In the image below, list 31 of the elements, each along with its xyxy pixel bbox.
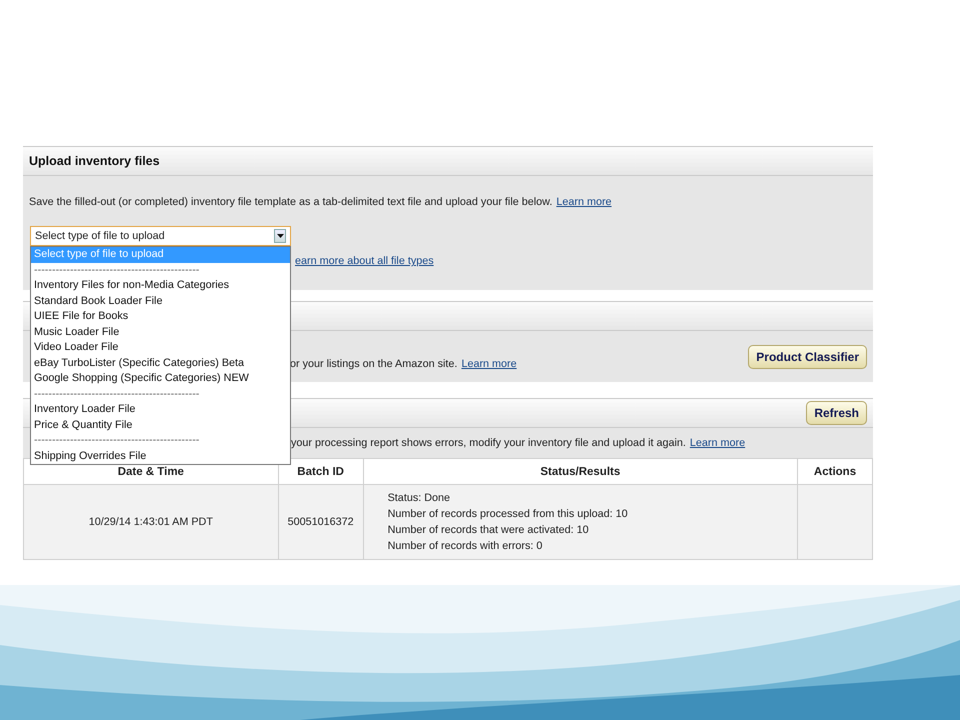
option-separator: ---------------------------------------------- [33,433,200,448]
dropdown-option[interactable]: UIEE File for Books [31,309,290,325]
dropdown-option[interactable]: Price & Quantity File [31,418,290,434]
dropdown-option[interactable]: Standard Book Loader File [31,294,290,310]
status-line: Number of records with errors: 0 [388,539,544,554]
dropdown-option[interactable]: eBay TurboLister (Specific Categories) Beta [31,356,290,372]
status-line: Number of records processed from this upload: 10 [388,507,629,522]
learn-more-link[interactable]: Learn more [461,356,517,373]
section-title: Upload inventory files [29,152,160,170]
status-line: Status: Done [388,491,452,506]
file-type-select[interactable]: Select type of file to upload [30,226,291,246]
description-text: Save the filled-out (or completed) inventory file template as a tab-delimited text file and upload your file below. [29,195,552,210]
column-header: Batch ID [278,458,364,484]
learn-more-link[interactable]: Learn more [556,194,612,210]
status-line: Number of records that were activated: 10 [388,523,590,538]
dropdown-option[interactable]: Google Shopping (Specific Categories) NEW [31,371,290,387]
table-cell: 10/29/14 1:43:01 AM PDT [24,484,278,560]
dropdown-option[interactable]: Music Loader File [31,324,290,340]
option-separator: ---------------------------------------------- [33,262,200,278]
description-text: your processing report shows errors, modify your inventory file and upload it again. [291,436,686,451]
product-classifier-button[interactable]: Product Classifier [748,344,867,368]
dropdown-option[interactable]: Video Loader File [31,340,290,356]
dropdown-option[interactable]: Inventory Loader File [31,402,290,418]
dropdown-option[interactable]: Inventory Files for non-Media Categories [31,278,290,294]
option-separator: ---------------------------------------------- [33,386,200,402]
table-cell: 50051016372 [278,484,364,560]
refresh-button[interactable]: Refresh [806,401,867,425]
learn-more-link[interactable]: Learn more [690,434,746,452]
column-header: Status/Results [363,458,798,484]
column-header: Actions [798,458,872,484]
file-types-link[interactable]: earn more about all file types [295,255,434,268]
